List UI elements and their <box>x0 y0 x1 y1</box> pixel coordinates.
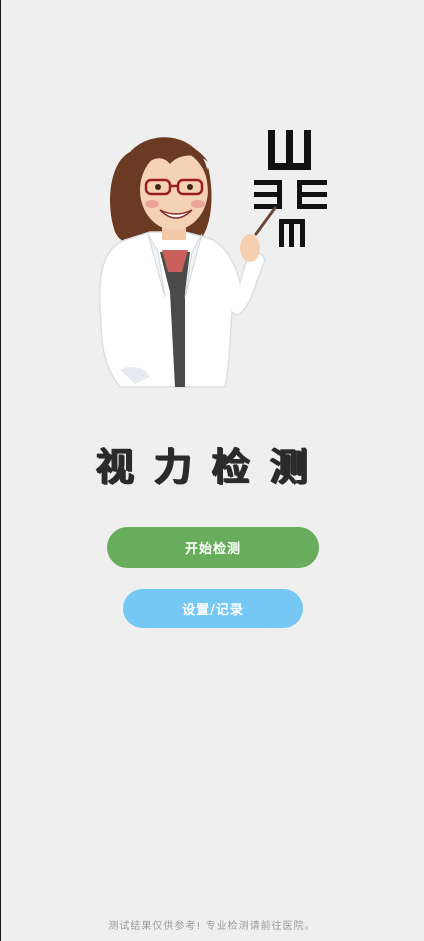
eye-chart-icon <box>254 130 327 247</box>
start-test-button-label: 开始检测 <box>184 542 241 557</box>
home-screen: 视力检测 开始检测 设置/记录 测试结果仅供参考! 专业检测请前往医院。 <box>0 0 424 941</box>
settings-records-button[interactable]: 设置/记录 <box>123 589 303 628</box>
disclaimer-text: 测试结果仅供参考! 专业检测请前往医院。 <box>108 921 316 932</box>
settings-records-button-label: 设置/记录 <box>182 603 244 618</box>
doctor-eye-chart-illustration <box>98 130 327 388</box>
page-title: 视力检测 <box>95 444 328 489</box>
start-test-button[interactable]: 开始检测 <box>107 527 319 568</box>
